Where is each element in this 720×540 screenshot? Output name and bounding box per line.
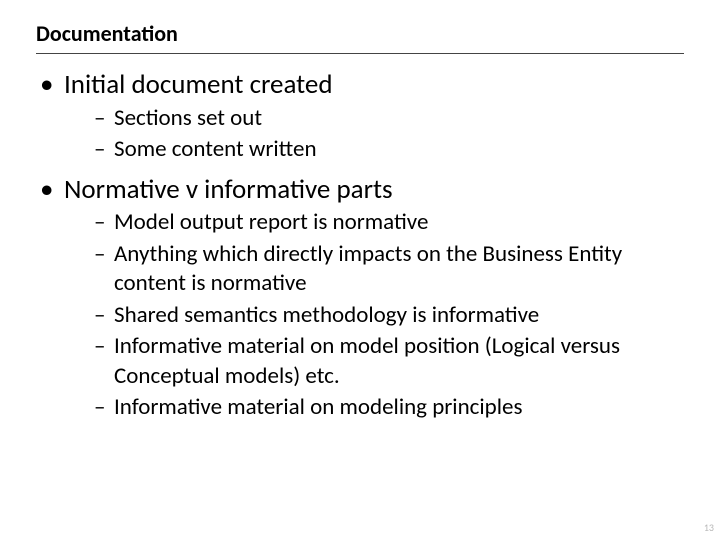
list-item-text: Sections set out <box>114 104 262 132</box>
list-item-text: Anything which directly impacts on the B… <box>114 240 622 297</box>
list-item-text: Initial document created <box>64 68 333 101</box>
list-item-text: Model output report is normative <box>114 208 428 236</box>
list-item-text: Informative material on modeling princip… <box>114 393 522 421</box>
list-item: Informative material on modeling princip… <box>94 393 684 422</box>
slide-title: Documentation <box>36 20 684 54</box>
list-item: Anything which directly impacts on the B… <box>94 240 684 299</box>
slide: Documentation Initial document created S… <box>0 0 720 540</box>
list-item-text: Informative material on model position (… <box>114 332 620 389</box>
list-item: Normative v informative parts Model outp… <box>36 173 684 423</box>
list-item: Model output report is normative <box>94 208 684 237</box>
list-item: Initial document created Sections set ou… <box>36 68 684 165</box>
list-item: Shared semantics methodology is informat… <box>94 301 684 330</box>
list-item: Some content written <box>94 135 684 164</box>
list-item-text: Shared semantics methodology is informat… <box>114 301 539 329</box>
list-item: Sections set out <box>94 104 684 133</box>
page-number: 13 <box>704 521 714 534</box>
bullet-list: Initial document created Sections set ou… <box>36 68 684 422</box>
list-item: Informative material on model position (… <box>94 332 684 391</box>
list-item-text: Some content written <box>114 135 317 163</box>
list-item-text: Normative v informative parts <box>64 173 393 206</box>
sub-list: Sections set out Some content written <box>64 104 684 165</box>
sub-list: Model output report is normative Anythin… <box>64 208 684 422</box>
